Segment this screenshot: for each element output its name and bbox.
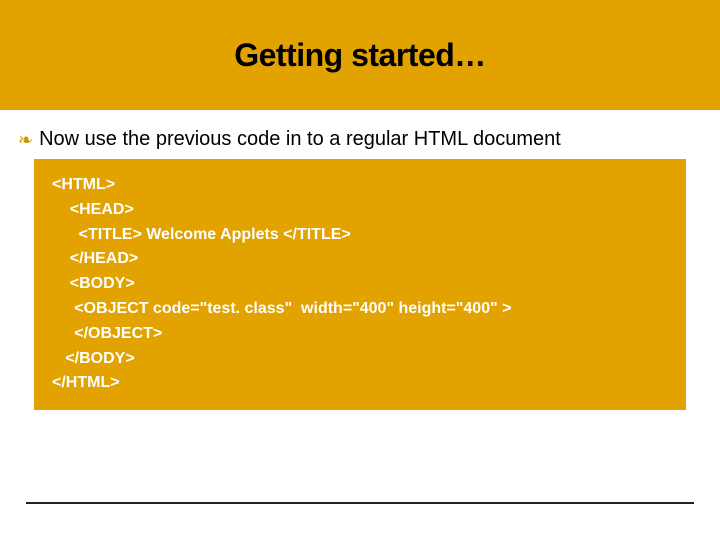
code-line: <TITLE> Welcome Applets </TITLE> [52,223,672,248]
slide-title: Getting started… [234,37,486,74]
code-line: <HEAD> [52,198,672,223]
code-line: <BODY> [52,272,672,297]
slide-header: Getting started… [0,0,720,110]
code-line: <OBJECT code="test. class" width="400" h… [52,297,672,322]
code-block: <HTML> <HEAD> <TITLE> Welcome Applets </… [34,159,686,410]
code-line: </BODY> [52,347,672,372]
bullet-text: Now use the previous code in to a regula… [39,128,561,151]
bullet-icon: ❧ [18,131,33,149]
code-line: </HEAD> [52,247,672,272]
footer-divider [26,502,694,504]
bullet-row: ❧ Now use the previous code in to a regu… [0,110,720,157]
code-line: </HTML> [52,371,672,396]
code-line: <HTML> [52,173,672,198]
code-line: </OBJECT> [52,322,672,347]
